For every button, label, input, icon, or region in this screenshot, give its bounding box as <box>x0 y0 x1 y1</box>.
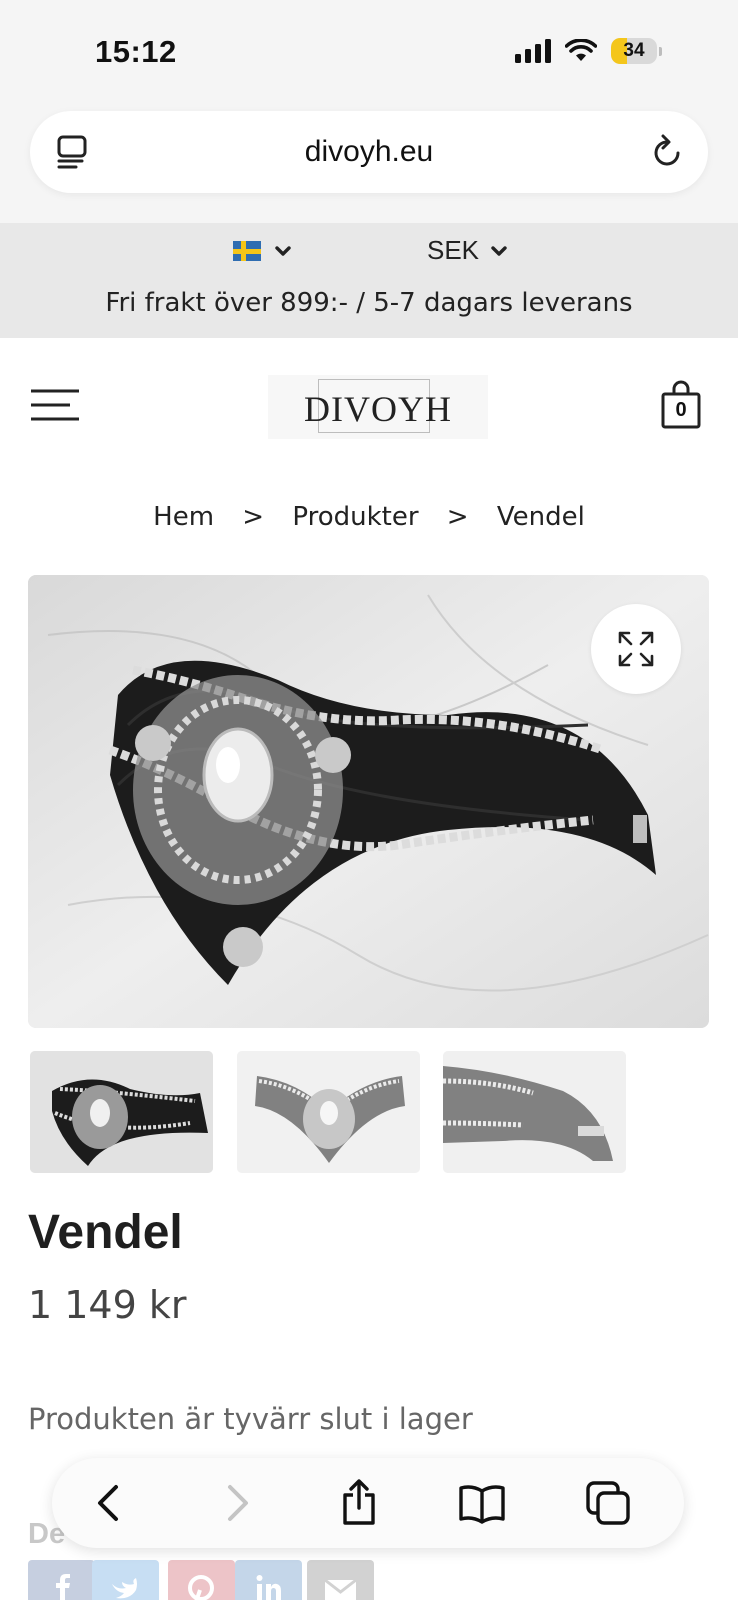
breadcrumb-separator: > <box>446 502 469 532</box>
chevron-down-icon <box>275 246 291 256</box>
share-pinterest-button[interactable] <box>168 1560 235 1600</box>
breadcrumb-current: Vendel <box>496 502 585 532</box>
share-email-button[interactable] <box>307 1560 374 1600</box>
share-facebook-button[interactable] <box>28 1560 95 1600</box>
battery-icon: 34 <box>611 38 662 64</box>
battery-level: 34 <box>623 40 645 61</box>
wifi-icon <box>565 39 597 61</box>
cart-button[interactable]: 0 <box>660 380 702 430</box>
currency-selector[interactable]: SEK <box>427 235 507 266</box>
share-twitter-button[interactable] <box>92 1560 159 1600</box>
email-icon <box>324 1578 357 1600</box>
expand-image-button[interactable] <box>591 604 681 694</box>
logo-text: DIVOYH <box>304 389 452 429</box>
thumbnail-image <box>30 1051 213 1173</box>
browser-address-area: divoyh.eu <box>0 108 738 223</box>
language-selector[interactable] <box>233 241 291 261</box>
product-thumbnail[interactable] <box>443 1051 626 1173</box>
product-thumbnail[interactable] <box>237 1051 420 1173</box>
cellular-signal-icon <box>515 39 551 63</box>
thumbnail-image <box>443 1051 626 1173</box>
share-linkedin-button[interactable] <box>235 1560 302 1600</box>
facebook-icon <box>56 1574 70 1600</box>
forward-icon[interactable] <box>222 1479 252 1527</box>
out-of-stock-message: Produkten är tyvärr slut i lager <box>28 1402 473 1436</box>
status-time: 15:12 <box>95 34 177 69</box>
share-icon[interactable] <box>339 1479 379 1527</box>
address-bar[interactable]: divoyh.eu <box>30 111 708 193</box>
breadcrumb-products[interactable]: Produkter <box>292 502 418 532</box>
cart-count: 0 <box>675 399 687 421</box>
back-icon[interactable] <box>94 1479 124 1527</box>
url-text[interactable]: divoyh.eu <box>30 135 708 169</box>
sweden-flag-icon <box>233 241 261 261</box>
currency-label: SEK <box>427 235 480 265</box>
product-title: Vendel <box>28 1206 183 1259</box>
breadcrumb-home[interactable]: Hem <box>153 502 214 532</box>
book-icon[interactable] <box>458 1479 506 1527</box>
site-logo[interactable]: DIVOYH <box>268 375 488 439</box>
product-thumbnail[interactable] <box>30 1051 213 1173</box>
tabs-icon[interactable] <box>586 1479 632 1527</box>
shipping-notice: Fri frakt över 899:- / 5-7 dagars levera… <box>105 288 633 318</box>
linkedin-icon <box>256 1575 281 1600</box>
chevron-down-icon <box>491 245 507 256</box>
thumbnail-image <box>237 1051 420 1173</box>
product-price: 1 149 kr <box>28 1283 187 1327</box>
status-bar: 15:12 34 <box>0 0 738 108</box>
status-icons: 34 <box>515 38 662 64</box>
reload-icon[interactable] <box>652 133 684 169</box>
pinterest-icon <box>188 1575 214 1600</box>
breadcrumb: Hem > Produkter > Vendel <box>0 502 738 532</box>
twitter-icon <box>112 1578 137 1599</box>
breadcrumb-separator: > <box>242 502 265 532</box>
hamburger-menu-icon[interactable] <box>30 388 80 422</box>
expand-icon <box>618 631 654 667</box>
browser-toolbar <box>52 1458 684 1548</box>
announcement-bar: SEK Fri frakt över 899:- / 5-7 dagars le… <box>0 223 738 338</box>
